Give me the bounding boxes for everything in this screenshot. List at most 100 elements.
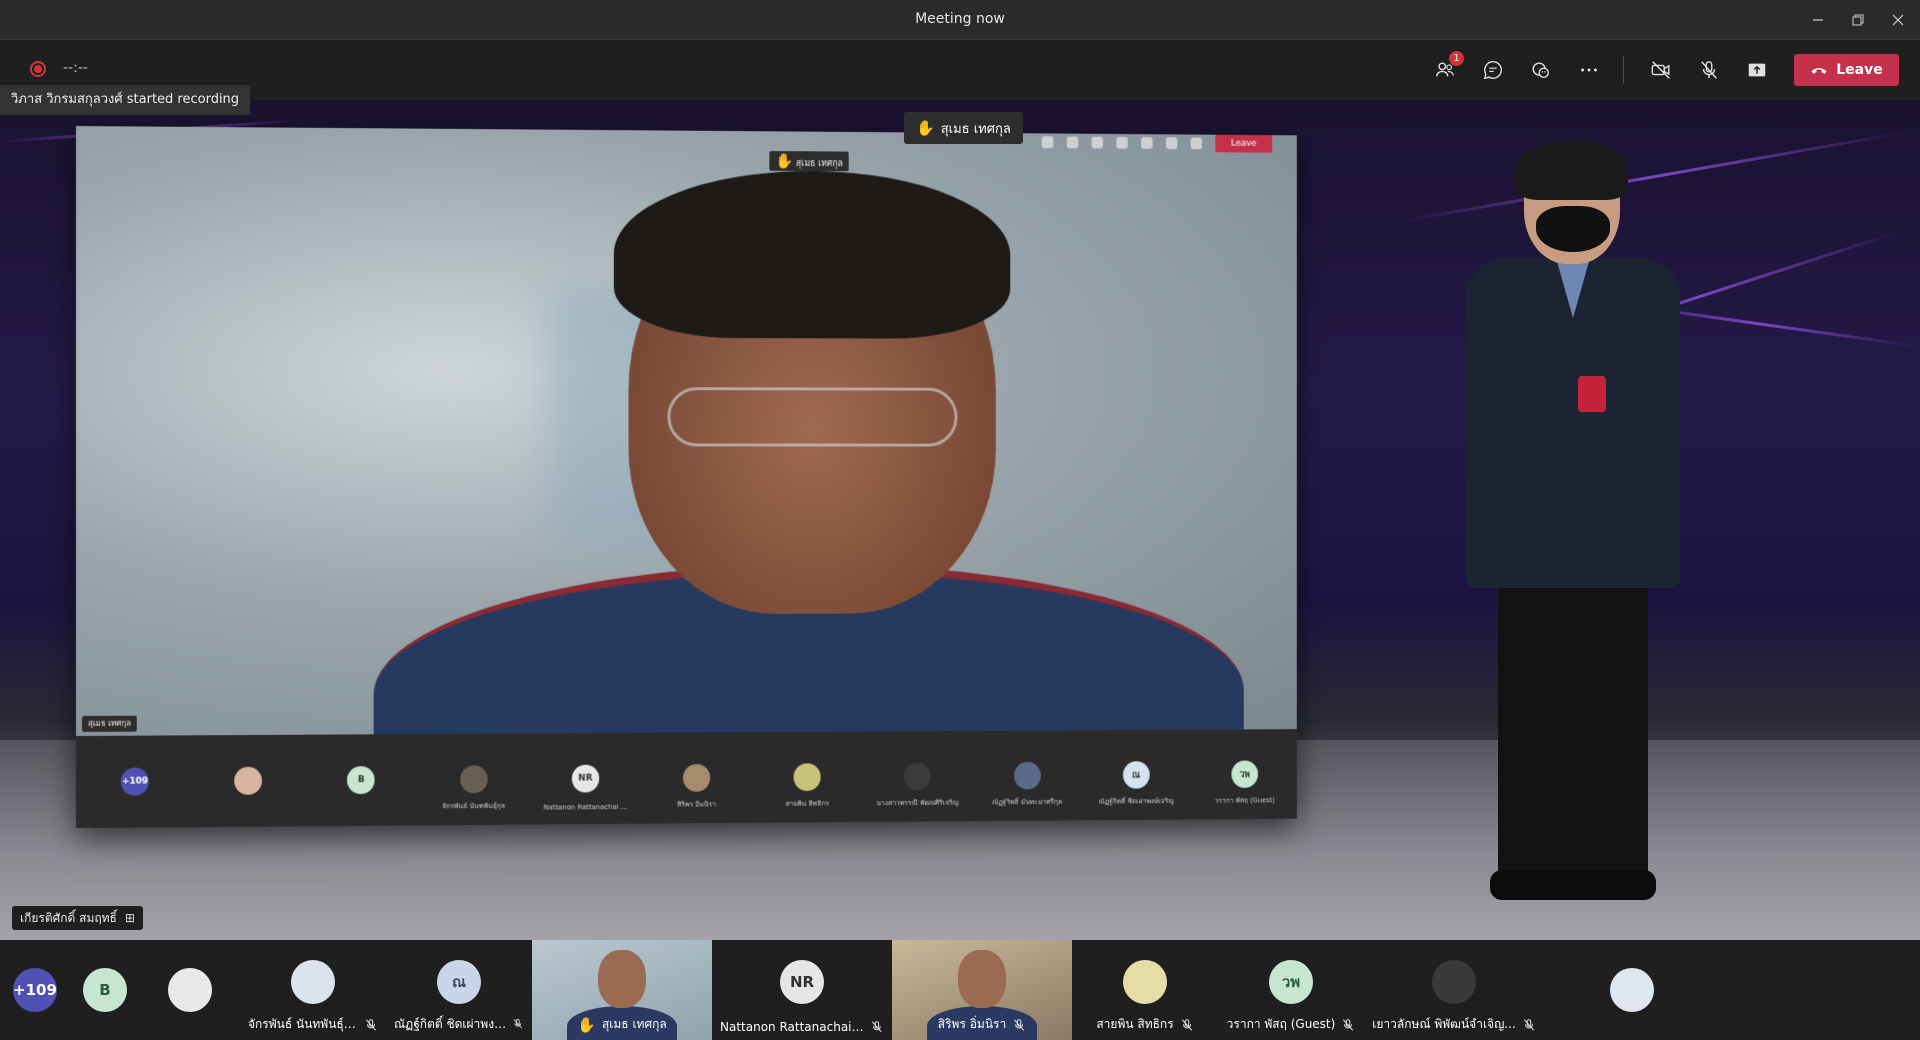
minimize-button[interactable] xyxy=(1800,6,1836,34)
participant-tile[interactable]: ✋ สุเมธ เทศกุล xyxy=(532,940,712,1040)
avatar: วพ xyxy=(1269,960,1313,1004)
recording-notification: วิภาส วิกรมสกุลวงศ์ started recording xyxy=(0,85,251,115)
share-icon xyxy=(1190,137,1203,150)
raise-hand-icon: ✋ xyxy=(577,1015,596,1034)
participant-name: สายพิน สิทธิกร xyxy=(785,799,830,808)
more-options-button[interactable] xyxy=(1574,55,1604,85)
participant-tile[interactable]: วพวรากา พัสฤ (Guest) xyxy=(1218,940,1364,1040)
inner-raised-hand-chip: ✋ สุเมธ เทศกุล xyxy=(769,151,849,172)
participant-face xyxy=(598,950,646,1008)
reactions-icon xyxy=(1091,136,1103,149)
participant-name: สายพิน สิทธิกร xyxy=(1096,1017,1174,1031)
inner-speaker-label: สุเมธ เทศกุล xyxy=(81,715,137,732)
close-window-button[interactable] xyxy=(1880,6,1916,34)
restore-icon xyxy=(1852,14,1864,26)
camera-toggle-button[interactable] xyxy=(1646,55,1676,85)
participant-name: วรากา พัสฤ (Guest) xyxy=(1226,1017,1336,1031)
avatar xyxy=(1432,960,1476,1004)
participant-tile[interactable] xyxy=(1544,940,1720,1040)
avatar: ณ xyxy=(1122,761,1150,789)
participant-label: Nattanon Rattanachai ... xyxy=(712,1020,892,1034)
mic-off-icon xyxy=(1701,61,1717,79)
share-screen-button[interactable] xyxy=(1742,55,1772,85)
inner-leave-button: Leave xyxy=(1215,134,1273,153)
participant-name: Nattanon Rattanachai ... xyxy=(720,1020,865,1034)
avatar xyxy=(793,763,821,791)
mic-off-icon xyxy=(870,1020,884,1034)
inner-participant-tile: +109 xyxy=(80,746,190,817)
inner-participant-tile xyxy=(194,746,303,816)
mic-off-icon xyxy=(1522,1018,1536,1032)
leave-button[interactable]: Leave xyxy=(1794,54,1899,86)
participant-tile[interactable]: B xyxy=(70,940,140,1040)
mic-off-icon xyxy=(1341,1018,1355,1032)
inner-chip-name: สุเมธ เทศกุล xyxy=(796,159,843,170)
participant-tile[interactable]: NR Nattanon Rattanachai ... xyxy=(712,940,892,1040)
participant-label: สายพิน สิทธิกร xyxy=(1072,1015,1218,1034)
raised-hand-chip: ✋ สุเมธ เทศกุล xyxy=(904,112,1023,144)
pin-icon[interactable]: ⊞ xyxy=(125,906,135,930)
raise-hand-icon: ✋ xyxy=(775,152,794,170)
participant-tile[interactable]: ณณัฏฐ์กิตติ์ ชิดเผ่าพงษ์เจริญ xyxy=(386,940,532,1040)
participant-tile[interactable]: สายพิน สิทธิกร xyxy=(1072,940,1218,1040)
reactions-button[interactable] xyxy=(1526,55,1556,85)
avatar: วพ xyxy=(1231,760,1258,788)
avatar: NR xyxy=(780,960,824,1004)
inner-participant-tile: สายพิน สิทธิกร xyxy=(754,742,861,812)
pinned-participant-name: เกียรติศักดิ์ สมฤทธิ์ xyxy=(20,911,117,925)
participant-name: สิริพร อิ่มนิรา xyxy=(677,800,717,809)
presenter-legs xyxy=(1498,582,1648,882)
avatar: +109 xyxy=(13,968,57,1012)
participants-button[interactable]: 1 xyxy=(1430,51,1464,85)
restore-button[interactable] xyxy=(1840,6,1876,34)
camera-off-icon xyxy=(1651,61,1670,79)
mic-off-icon xyxy=(512,1018,524,1032)
speaker-glasses xyxy=(667,387,958,447)
participant-name: Nattanon Rattanachai ... xyxy=(543,803,628,812)
meeting-timer: --:-- xyxy=(63,60,88,76)
avatar xyxy=(459,765,488,794)
avatar xyxy=(1123,960,1167,1004)
participant-label: ✋ สุเมธ เทศกุล xyxy=(532,1015,712,1034)
avatar xyxy=(904,762,931,791)
participant-gallery-strip: +109 B จักรพันธ์ นันทพันธุ์กุล ณณัฏฐ์กิตติ์… xyxy=(0,940,1920,1040)
inner-participant-tile: วพวรากา พัสฤ (Guest) xyxy=(1192,740,1296,809)
inner-participant-tile: นางสาวพรรณี พัฒนศิริเจริญ xyxy=(864,742,970,811)
mic-toggle-button[interactable] xyxy=(1694,55,1724,85)
avatar: +109 xyxy=(120,767,149,796)
camera-icon xyxy=(1141,137,1153,149)
reactions-icon xyxy=(1532,62,1550,79)
participant-tile[interactable]: เยาวลักษณ์ พิพัฒน์จำเจิญ... xyxy=(1364,940,1544,1040)
participant-name: สุเมธ เทศกุล xyxy=(601,1017,667,1031)
toolbar-divider xyxy=(1623,56,1624,84)
more-icon xyxy=(1116,136,1128,149)
raised-hand-name: สุเมธ เทศกุล xyxy=(940,121,1011,137)
shared-screen[interactable]: ✋ สุเมธ เทศกุล Leave สุเมธ เทศกุล +109 B จ… xyxy=(76,126,1297,828)
presenter-mask xyxy=(1536,206,1610,252)
presenter-phone xyxy=(1578,376,1606,412)
participant-name: เยาวลักษณ์ พิพัฒน์จำเจิญ... xyxy=(1372,1017,1516,1031)
window-titlebar: Meeting now xyxy=(0,0,1920,40)
share-icon xyxy=(1748,63,1766,77)
chat-button[interactable] xyxy=(1478,55,1508,85)
chat-icon xyxy=(1483,61,1502,80)
participant-name: สิริพร อิ่มนิรา xyxy=(937,1017,1007,1031)
participant-tile[interactable]: +109 xyxy=(0,940,70,1040)
participant-label: วรากา พัสฤ (Guest) xyxy=(1218,1015,1364,1034)
participant-tile[interactable]: สิริพร อิ่มนิรา xyxy=(892,940,1072,1040)
participant-name: จักรพันธ์ นันทพันธุ์กุล xyxy=(248,1017,359,1031)
participant-name xyxy=(309,813,414,814)
participant-label: ณัฏฐ์กิตติ์ ชิดเผ่าพงษ์เจริญ xyxy=(386,1015,532,1034)
participant-name: ณัฏฐ์กิตติ์ ชิดเผ่าพงษ์เจริญ xyxy=(1098,797,1174,806)
avatar xyxy=(234,766,263,795)
participant-tile[interactable] xyxy=(140,940,240,1040)
participant-tile[interactable]: จักรพันธ์ นันทพันธุ์กุล xyxy=(240,940,386,1040)
avatar xyxy=(1610,968,1654,1012)
minimize-icon xyxy=(1813,19,1823,21)
participant-name: วรากา พัสฤ (Guest) xyxy=(1214,796,1275,805)
main-video-stage: ✋ สุเมธ เทศกุล ✋ สุเมธ เทศกุล Leave สุเม… xyxy=(0,100,1920,940)
mic-off-icon xyxy=(1180,1018,1194,1032)
participant-name xyxy=(82,814,188,815)
leave-label: Leave xyxy=(1836,62,1883,78)
avatar: ณ xyxy=(437,960,481,1004)
